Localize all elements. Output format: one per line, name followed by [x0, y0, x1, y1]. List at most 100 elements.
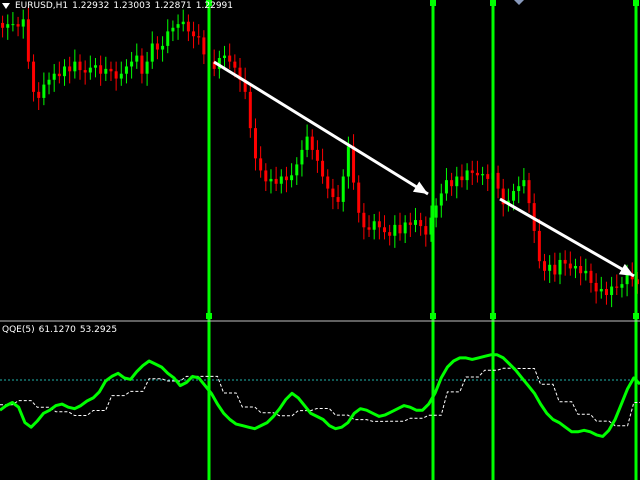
candle-body — [553, 264, 557, 275]
vertical-line-handle[interactable] — [633, 0, 639, 6]
candle-body — [300, 149, 304, 165]
candle-body — [372, 221, 376, 230]
candle-body — [383, 227, 387, 233]
ohlc-open: 1.22932 — [72, 1, 110, 11]
candle-body — [408, 222, 412, 225]
indicator-name: QQE(5) — [2, 325, 35, 335]
candle-body — [419, 220, 423, 227]
candle-body — [253, 128, 257, 159]
candle-body — [517, 186, 521, 192]
vertical-line-handle[interactable] — [430, 313, 436, 319]
candle-body — [321, 160, 325, 177]
candle-body — [496, 172, 500, 189]
candle-body — [362, 212, 366, 228]
candle-body — [57, 73, 61, 77]
trend-arrow-line[interactable] — [213, 60, 429, 196]
indicator-header: QQE(5) 61.1270 53.2925 — [2, 325, 121, 336]
candle-body — [223, 55, 227, 58]
candle-body — [290, 175, 294, 181]
trend-arrows — [213, 60, 635, 278]
candle-body — [166, 31, 170, 46]
vertical-line-handle[interactable] — [490, 0, 496, 6]
candle-body — [439, 193, 443, 206]
candle-body — [527, 180, 531, 204]
candle-body — [176, 24, 180, 28]
candle-body — [248, 91, 252, 129]
trend-arrow-line[interactable] — [499, 197, 635, 278]
candle-body — [269, 178, 273, 182]
candle-body — [377, 221, 381, 228]
candle-body — [264, 170, 268, 182]
candle-body — [114, 71, 118, 79]
candle-body — [413, 220, 417, 225]
candle-body — [99, 65, 103, 74]
candle-body — [130, 61, 134, 67]
candle-body — [6, 24, 10, 28]
candle-body — [336, 197, 340, 202]
candle-body — [486, 174, 490, 179]
candle-body — [543, 261, 547, 271]
candle-body — [124, 66, 128, 74]
vertical-line-handle[interactable] — [430, 0, 436, 6]
candle-body — [78, 61, 82, 71]
candle-body — [341, 176, 345, 202]
candle-body — [279, 176, 283, 184]
candle-body — [310, 136, 314, 150]
candle-body — [460, 176, 464, 181]
candle-body — [83, 70, 87, 73]
candle-body — [284, 176, 288, 181]
candle-body — [393, 224, 397, 236]
candle-body — [171, 27, 175, 32]
vertical-line-handle[interactable] — [206, 313, 212, 319]
candle-body — [305, 136, 309, 150]
indicator-value-2: 53.2925 — [79, 325, 118, 335]
vertical-line-handle[interactable] — [633, 313, 639, 319]
candle-body — [1, 22, 5, 28]
vertical-line-handle[interactable] — [490, 313, 496, 319]
ohlc-close: 1.22991 — [195, 1, 233, 11]
candle-body — [32, 61, 36, 92]
candle-body — [522, 180, 526, 187]
candle-body — [326, 176, 330, 189]
candle-body — [155, 43, 159, 50]
candle-body — [357, 182, 361, 213]
candle-body — [548, 264, 552, 271]
candle-body — [21, 19, 25, 27]
candle-body — [589, 270, 593, 283]
candle-body — [563, 259, 567, 264]
candle-body — [145, 61, 149, 74]
candle-body — [161, 45, 165, 50]
candle-body — [16, 24, 20, 27]
candle-body — [295, 164, 299, 176]
symbol-timeframe: EURUSD,H1 — [15, 1, 69, 11]
candle-body — [465, 170, 469, 181]
candle-body — [181, 21, 185, 25]
candle-body — [475, 172, 479, 176]
candle-body — [434, 205, 438, 218]
candle-body — [367, 227, 371, 230]
candle-body — [352, 146, 356, 183]
candle-body — [584, 270, 588, 274]
candle-body — [37, 91, 41, 98]
candle-body — [202, 37, 206, 55]
candlestick-series — [1, 7, 639, 308]
candle-body — [186, 21, 190, 32]
candle-body — [599, 288, 603, 292]
candle-body — [615, 286, 619, 288]
price-chart[interactable] — [0, 0, 640, 480]
candle-body — [455, 176, 459, 187]
candle-body — [573, 266, 577, 269]
candle-body — [470, 170, 474, 173]
candle-body — [388, 232, 392, 236]
chart-symbol-header: EURUSD,H1 1.22932 1.23003 1.22871 1.22991 — [15, 1, 237, 12]
candle-body — [109, 68, 113, 72]
candle-body — [104, 68, 108, 74]
qqe-main-line — [0, 353, 640, 438]
ohlc-high: 1.23003 — [113, 1, 151, 11]
triangle-down-icon[interactable] — [2, 3, 10, 9]
candle-body — [346, 146, 350, 177]
candle-body — [424, 226, 428, 235]
candle-body — [63, 66, 67, 77]
candle-body — [398, 224, 402, 234]
chart-shift-marker-icon[interactable] — [514, 0, 524, 5]
